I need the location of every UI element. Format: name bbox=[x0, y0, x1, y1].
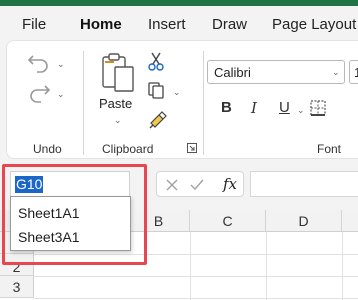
underline-chevron-icon[interactable]: ⌄ bbox=[297, 105, 305, 116]
undo-icon[interactable] bbox=[27, 51, 51, 73]
format-painter-icon[interactable] bbox=[147, 109, 169, 131]
cut-icon[interactable] bbox=[147, 51, 165, 71]
group-separator bbox=[203, 51, 204, 155]
tab-page-layout[interactable]: Page Layout bbox=[272, 16, 356, 33]
gridline bbox=[342, 232, 343, 300]
gridline bbox=[34, 298, 358, 299]
formula-controls: fx bbox=[156, 171, 244, 197]
paste-chevron-icon[interactable]: ⌄ bbox=[114, 115, 122, 126]
group-separator bbox=[83, 51, 84, 155]
tab-home[interactable]: Home bbox=[80, 16, 122, 33]
annotation-highlight-box bbox=[2, 164, 147, 265]
column-header-c[interactable]: C bbox=[190, 210, 266, 232]
gridline bbox=[34, 276, 358, 277]
chevron-down-icon: ⌄ bbox=[332, 67, 340, 77]
clipboard-launcher-icon[interactable] bbox=[187, 143, 197, 153]
ribbon-tabs: File Home Insert Draw Page Layout bbox=[0, 6, 358, 44]
font-name-dropdown[interactable]: Calibri ⌄ bbox=[207, 60, 345, 84]
underline-button[interactable]: U bbox=[279, 99, 290, 116]
formula-input[interactable] bbox=[250, 171, 358, 197]
tab-insert[interactable]: Insert bbox=[148, 16, 186, 33]
undo-chevron-icon[interactable]: ⌄ bbox=[57, 59, 65, 70]
tab-draw[interactable]: Draw bbox=[212, 16, 247, 33]
font-name-value: Calibri bbox=[214, 65, 251, 80]
enter-check-icon[interactable] bbox=[189, 178, 205, 192]
cancel-icon[interactable] bbox=[165, 178, 179, 192]
copy-chevron-icon[interactable]: ⌄ bbox=[173, 87, 181, 98]
italic-button[interactable]: I bbox=[251, 99, 257, 117]
copy-icon[interactable] bbox=[147, 81, 167, 99]
ribbon-panel: ⌄ ⌄ Undo Paste ⌄ ⌄ Clipboard Calibri ⌄ 1… bbox=[6, 40, 358, 159]
insert-function-button[interactable]: fx bbox=[223, 175, 237, 193]
font-size-value: 1 bbox=[354, 65, 358, 80]
redo-icon[interactable] bbox=[27, 81, 51, 103]
column-header-d[interactable]: D bbox=[266, 210, 342, 232]
ribbon: ⌄ ⌄ Undo Paste ⌄ ⌄ Clipboard Calibri ⌄ 1… bbox=[0, 40, 358, 162]
redo-chevron-icon[interactable]: ⌄ bbox=[57, 89, 65, 100]
font-group-label: Font bbox=[317, 142, 342, 156]
column-header-next[interactable] bbox=[342, 210, 358, 232]
row-header-3[interactable]: 3 bbox=[0, 276, 34, 298]
bold-button[interactable]: B bbox=[221, 99, 232, 116]
font-size-dropdown[interactable]: 1 bbox=[349, 60, 358, 84]
gridline bbox=[266, 232, 267, 300]
paste-icon[interactable] bbox=[101, 51, 137, 93]
undo-group-label: Undo bbox=[33, 142, 62, 156]
tab-file[interactable]: File bbox=[22, 16, 46, 33]
clipboard-group-label: Clipboard bbox=[102, 142, 154, 156]
gridline bbox=[190, 232, 191, 300]
paste-button-label[interactable]: Paste bbox=[99, 96, 132, 111]
borders-icon[interactable] bbox=[309, 99, 327, 117]
